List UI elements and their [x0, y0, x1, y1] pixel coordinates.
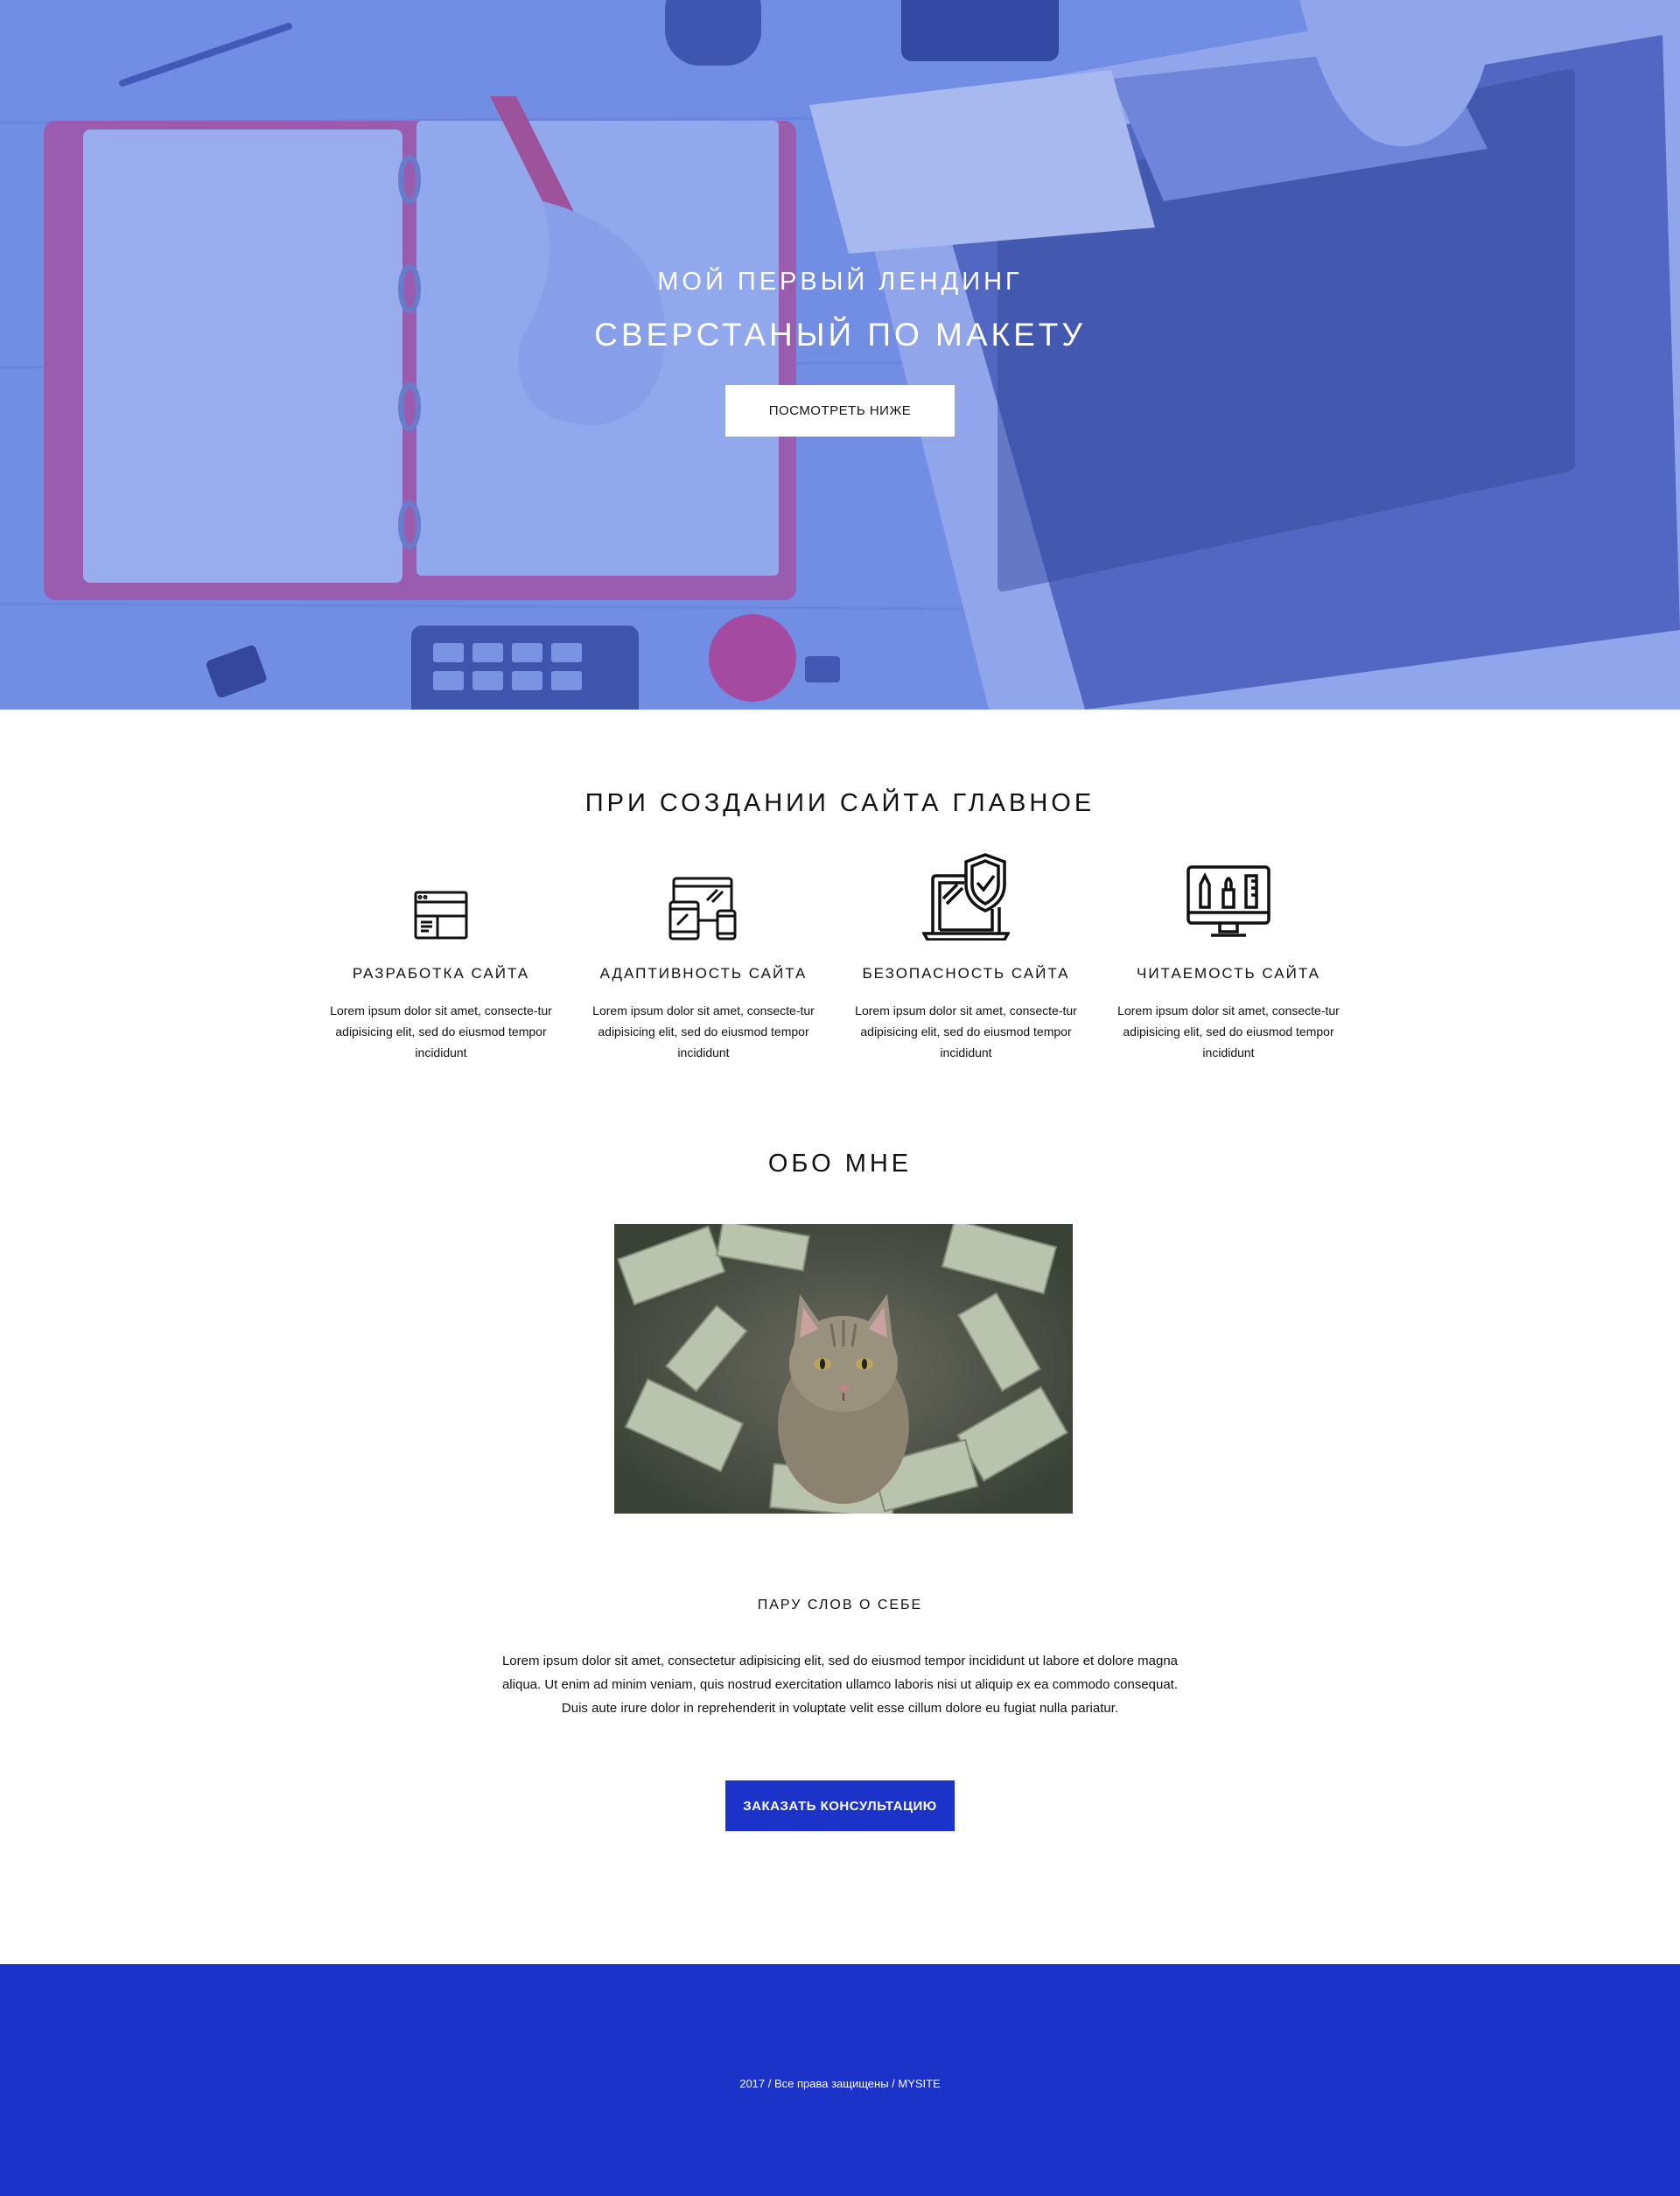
hero-section: МОЙ ПЕРВЫЙ ЛЕНДИНГ СВЕРСТАНЫЙ ПО МАКЕТУ … [0, 0, 1680, 710]
web-layout-icon [323, 840, 559, 941]
feature-title: АДАПТИВНОСТЬ САЙТА [599, 965, 808, 982]
scroll-down-button[interactable]: ПОСМОТРЕТЬ НИЖЕ [725, 385, 955, 437]
feature-text: Lorem ipsum dolor sit amet, consecte-tur… [592, 1004, 815, 1060]
monitor-design-tools-icon [1110, 840, 1347, 941]
feature-responsive: АДАПТИВНОСТЬ САЙТА Lorem ipsum dolor sit… [585, 840, 822, 1063]
features-title: ПРИ СОЗДАНИИ САЙТА ГЛАВНОЕ [584, 789, 1096, 817]
footer-copyright: 2017 / Все права защищены / MYSITE [739, 2077, 941, 2090]
cat-in-dollar-bills-photo [614, 1224, 1073, 1514]
feature-security: БЕЗОПАСНОСТЬ САЙТА Lorem ipsum dolor sit… [848, 840, 1084, 1063]
feature-text: Lorem ipsum dolor sit amet, consecte-tur… [1117, 1004, 1340, 1060]
about-title: ОБО МНЕ [767, 1150, 913, 1178]
feature-text: Lorem ipsum dolor sit amet, consecte-tur… [855, 1004, 1077, 1060]
feature-readability: ЧИТАЕМОСТЬ САЙТА Lorem ipsum dolor sit a… [1110, 840, 1347, 1063]
hero-title-line2: СВЕРСТАНЫЙ ПО МАКЕТУ [594, 317, 1086, 353]
feature-title: РАЗРАБОТКА САЙТА [352, 965, 530, 982]
responsive-devices-icon [585, 840, 822, 941]
feature-title: ЧИТАЕМОСТЬ САЙТА [1136, 965, 1321, 982]
order-consultation-button[interactable]: ЗАКАЗАТЬ КОНСУЛЬТАЦИЮ [725, 1780, 955, 1831]
hero-content: МОЙ ПЕРВЫЙ ЛЕНДИНГ СВЕРСТАНЫЙ ПО МАКЕТУ … [0, 0, 1680, 710]
laptop-shield-icon [848, 840, 1084, 941]
footer: 2017 / Все права защищены / MYSITE [0, 1964, 1680, 2196]
feature-title: БЕЗОПАСНОСТЬ САЙТА [862, 965, 1070, 982]
hero-title-line1: МОЙ ПЕРВЫЙ ЛЕНДИНГ [657, 268, 1023, 296]
about-text: Lorem ipsum dolor sit amet, consectetur … [501, 1654, 1179, 1716]
about-subtitle: ПАРУ СЛОВ О СЕБЕ [757, 1598, 923, 1612]
feature-text: Lorem ipsum dolor sit amet, consecte-tur… [330, 1004, 552, 1060]
feature-development: РАЗРАБОТКА САЙТА Lorem ipsum dolor sit a… [323, 840, 559, 1063]
